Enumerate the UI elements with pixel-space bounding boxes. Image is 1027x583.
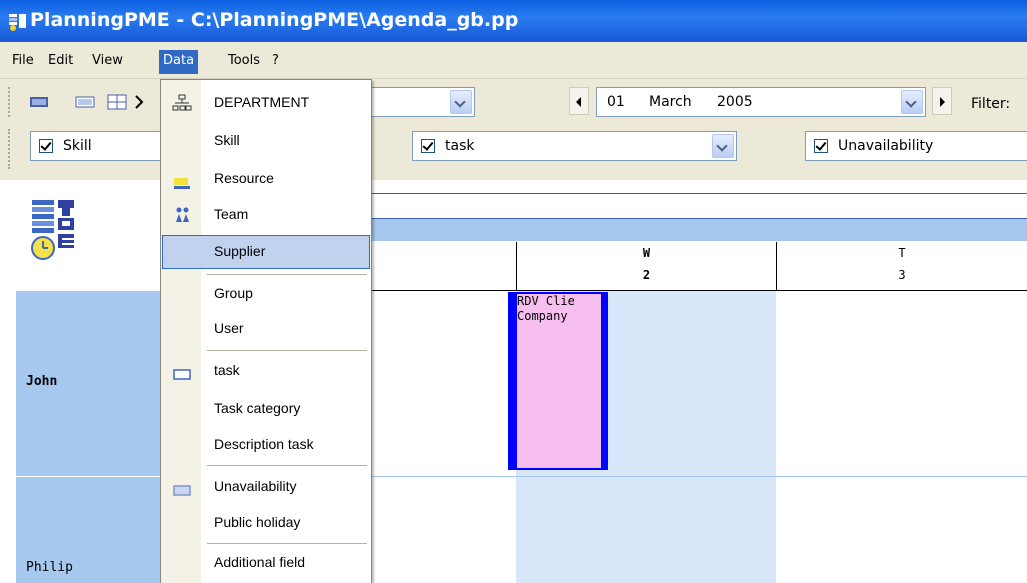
menu-separator bbox=[207, 350, 367, 351]
menu-item-task[interactable]: task bbox=[162, 354, 370, 388]
prev-date-button[interactable] bbox=[569, 87, 589, 115]
task-filter-label: task bbox=[445, 138, 475, 154]
resource-row-john[interactable]: John bbox=[16, 291, 161, 476]
resource-name: Philip bbox=[26, 560, 73, 575]
menu-view[interactable]: View bbox=[88, 51, 127, 73]
skill-filter-label: Skill bbox=[63, 138, 92, 154]
task-event[interactable]: RDV Clie Company bbox=[508, 292, 608, 470]
date-combo[interactable]: 01 March 2005 bbox=[596, 87, 926, 117]
menu-item-task-category[interactable]: Task category bbox=[162, 392, 370, 426]
menu-item-label: task bbox=[214, 362, 240, 378]
chevron-down-icon[interactable] bbox=[712, 134, 734, 158]
menu-item-unavailability[interactable]: Unavailability bbox=[162, 470, 370, 504]
event-subtitle: Company bbox=[517, 309, 568, 323]
view-mode-icons[interactable] bbox=[28, 93, 148, 111]
menu-item-department[interactable]: DEPARTMENT bbox=[162, 86, 370, 120]
menu-item-label: Description task bbox=[214, 436, 314, 452]
day-header[interactable]: T 1 bbox=[311, 242, 516, 290]
title-bar: PlanningPME - C:\PlanningPME\Agenda_gb.p… bbox=[0, 0, 1027, 42]
menu-tools[interactable]: Tools bbox=[224, 51, 264, 73]
menu-item-label: Skill bbox=[214, 132, 240, 148]
unavailability-filter[interactable]: Unavailability bbox=[805, 131, 1027, 161]
menu-item-label: Task category bbox=[214, 400, 301, 416]
resource-row-philip[interactable]: Philip bbox=[16, 477, 161, 583]
menu-item-label: Unavailability bbox=[214, 478, 297, 494]
toolbar-grip[interactable] bbox=[8, 129, 11, 169]
menu-item-additional-field[interactable]: Additional field bbox=[162, 546, 370, 580]
day-letter: W bbox=[642, 246, 651, 260]
resource-icon bbox=[174, 178, 190, 189]
menu-item-group[interactable]: Group bbox=[162, 277, 370, 311]
filter-toolbar: Skill task Unavailability bbox=[0, 123, 1027, 177]
chevron-down-icon[interactable] bbox=[901, 90, 923, 114]
menu-item-resource[interactable]: Resource bbox=[162, 162, 370, 196]
period-band bbox=[370, 219, 1027, 241]
day-letter: T bbox=[898, 246, 906, 260]
menu-item-label: Additional field bbox=[214, 554, 306, 570]
task-checkbox[interactable] bbox=[421, 139, 435, 153]
day-number: 3 bbox=[898, 268, 906, 282]
date-month: March bbox=[649, 94, 692, 110]
menu-help[interactable]: ? bbox=[268, 51, 283, 73]
menu-item-user[interactable]: User bbox=[162, 312, 370, 346]
app-icon bbox=[9, 14, 26, 31]
menu-item-label: Supplier bbox=[214, 243, 266, 259]
menu-item-skill[interactable]: Skill bbox=[162, 124, 370, 158]
menu-item-label: Group bbox=[214, 285, 253, 301]
menu-item-team[interactable]: Team bbox=[162, 198, 370, 232]
resource-name: John bbox=[26, 374, 58, 389]
menu-bar: File Edit View Data Tools ? bbox=[0, 42, 1027, 79]
date-day: 01 bbox=[607, 94, 625, 110]
team-icon bbox=[176, 207, 189, 222]
filter-label: Filter: bbox=[971, 96, 1011, 112]
data-menu: DEPARTMENT Skill Resource Team Supplier … bbox=[160, 79, 372, 583]
skill-checkbox[interactable] bbox=[39, 139, 53, 153]
arrow-left-icon bbox=[576, 97, 581, 107]
menu-item-public-holiday[interactable]: Public holiday bbox=[162, 506, 370, 540]
chevron-down-icon[interactable] bbox=[450, 90, 472, 114]
skill-filter[interactable]: Skill bbox=[30, 131, 170, 161]
logo-area bbox=[16, 180, 161, 288]
planningpme-logo bbox=[31, 200, 74, 260]
menu-item-label: Resource bbox=[214, 170, 274, 186]
menu-file[interactable]: File bbox=[8, 51, 38, 73]
menu-item-label: Public holiday bbox=[214, 514, 301, 530]
menu-item-label: Team bbox=[214, 206, 249, 222]
menu-item-supplier[interactable]: Supplier bbox=[162, 235, 370, 269]
org-chart-icon bbox=[172, 94, 192, 111]
header-divider bbox=[370, 193, 1027, 194]
row-separator bbox=[370, 476, 1027, 477]
day-number: 2 bbox=[642, 268, 651, 282]
task-rect-icon bbox=[173, 369, 191, 380]
main-toolbar: 01 March 2005 bbox=[0, 79, 1027, 123]
unavailability-filter-label: Unavailability bbox=[838, 138, 934, 154]
date-year: 2005 bbox=[717, 94, 753, 110]
menu-edit[interactable]: Edit bbox=[44, 51, 77, 73]
task-filter[interactable]: task bbox=[412, 131, 737, 161]
day-header[interactable]: W 2 bbox=[516, 242, 776, 290]
menu-item-label: DEPARTMENT bbox=[214, 94, 310, 110]
menu-separator bbox=[207, 543, 367, 544]
window-title: PlanningPME - C:\PlanningPME\Agenda_gb.p… bbox=[30, 9, 519, 31]
view-combo[interactable] bbox=[365, 87, 475, 117]
menu-separator bbox=[207, 274, 367, 275]
menu-item-description-task[interactable]: Description task bbox=[162, 428, 370, 462]
menu-data[interactable]: Data bbox=[159, 50, 199, 74]
toolbar-grip[interactable] bbox=[8, 87, 11, 117]
arrow-right-icon bbox=[940, 97, 945, 107]
next-date-button[interactable] bbox=[932, 87, 952, 115]
unavailability-checkbox[interactable] bbox=[814, 139, 828, 153]
unavailability-rect-icon bbox=[173, 485, 191, 496]
event-title: RDV Clie bbox=[517, 294, 575, 308]
menu-item-label: User bbox=[214, 320, 244, 336]
menu-separator bbox=[207, 465, 367, 466]
day-header[interactable]: T 3 bbox=[776, 242, 1027, 290]
